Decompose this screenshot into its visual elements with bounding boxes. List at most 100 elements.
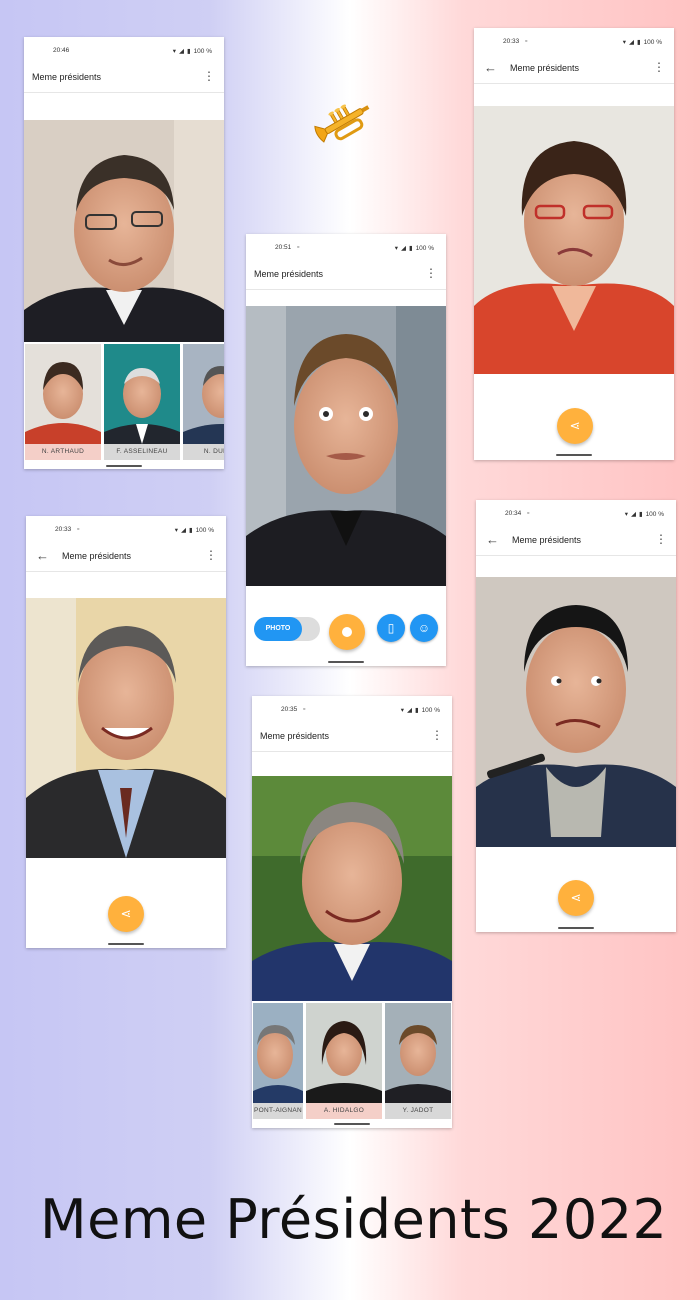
record-dot-icon — [342, 627, 352, 637]
status-time: 20:34 — [505, 510, 522, 517]
gesture-bar — [334, 1123, 370, 1125]
signal-icon: ◢ — [180, 527, 186, 534]
wifi-icon: ▾ — [174, 527, 178, 534]
candidate-thumb[interactable]: A. HIDALGO — [306, 1003, 382, 1119]
candidate-carousel[interactable]: PONT-AIGNAN A. HIDALGO Y. JADOT — [252, 1003, 452, 1119]
result-photo — [476, 577, 676, 847]
app-headline: Meme Présidents 2022 — [40, 1188, 668, 1251]
phone-screen-2: 20:33 ▫ ▾ ◢ ▮ 100 % ← Meme présidents ⋮ ⋖ — [474, 28, 674, 460]
share-icon: ⋖ — [569, 418, 581, 433]
app-bar: ← Meme présidents ⋮ — [474, 54, 674, 84]
candidate-name: PONT-AIGNAN — [253, 1103, 303, 1119]
gesture-bar — [556, 454, 592, 456]
signal-icon: ◢ — [406, 707, 412, 714]
notification-icon: ▫ — [297, 244, 300, 251]
app-bar: Meme présidents ⋮ — [252, 722, 452, 752]
app-bar: Meme présidents ⋮ — [24, 63, 224, 93]
gesture-bar — [106, 465, 142, 467]
candidate-thumb[interactable]: F. ASSELINEAU — [104, 344, 180, 460]
status-bar: 20:35 ▫ ▾ ◢ ▮ 100 % — [252, 696, 452, 722]
overflow-menu-icon[interactable]: ⋮ — [203, 69, 215, 83]
overflow-menu-icon[interactable]: ⋮ — [205, 548, 217, 562]
status-bar: 20:33 ▫ ▾ ◢ ▮ 100 % — [26, 516, 226, 542]
candidate-thumb[interactable]: Y. JADOT — [385, 1003, 451, 1119]
notification-icon: ▫ — [527, 510, 530, 517]
status-bar: 20:51 ▫ ▾ ◢ ▮ 100 % — [246, 234, 446, 260]
overflow-menu-icon[interactable]: ⋮ — [655, 532, 667, 546]
candidate-thumb[interactable]: N. DUPON — [183, 344, 224, 460]
battery-level: 100 % — [643, 38, 662, 46]
main-photo — [24, 120, 224, 342]
result-photo — [474, 106, 674, 374]
status-time: 20:51 — [275, 244, 292, 251]
status-bar: 20:46 ▾ ◢ ▮ 100 % — [24, 37, 224, 63]
status-time: 20:33 — [503, 38, 520, 45]
app-title: Meme présidents — [510, 63, 580, 73]
signal-icon: ◢ — [630, 511, 636, 518]
wifi-icon: ▾ — [622, 39, 626, 46]
battery-icon: ▮ — [414, 707, 419, 714]
signal-icon: ◢ — [178, 48, 184, 55]
candidate-name: N. DUPON — [183, 444, 224, 460]
signal-icon: ◢ — [400, 245, 406, 252]
notification-icon: ▫ — [77, 526, 80, 533]
share-button[interactable]: ⋖ — [557, 408, 593, 444]
battery-level: 100 % — [193, 47, 212, 55]
overflow-menu-icon[interactable]: ⋮ — [653, 60, 665, 74]
gesture-bar — [108, 943, 144, 945]
phone-screen-1: 20:46 ▾ ◢ ▮ 100 % Meme présidents ⋮ N. ARTH… — [24, 37, 224, 469]
status-bar: 20:33 ▫ ▾ ◢ ▮ 100 % — [474, 28, 674, 54]
battery-icon: ▮ — [186, 48, 191, 55]
app-title: Meme présidents — [62, 551, 132, 561]
wifi-icon: ▾ — [394, 245, 398, 252]
back-arrow-icon[interactable]: ← — [36, 548, 49, 563]
phone-screen-6: 20:35 ▫ ▾ ◢ ▮ 100 % Meme présidents ⋮ PONT-A… — [252, 696, 452, 1128]
back-arrow-icon[interactable]: ← — [486, 532, 499, 547]
app-title: Meme présidents — [32, 72, 102, 82]
app-bar: ← Meme présidents ⋮ — [476, 526, 676, 556]
gallery-button[interactable]: ▯ — [377, 614, 405, 642]
battery-icon: ▮ — [408, 245, 413, 252]
photo-mode-label: PHOTO — [254, 617, 302, 641]
share-icon: ⋖ — [120, 906, 132, 921]
phone-icon: ▯ — [387, 621, 395, 635]
capture-button[interactable] — [329, 614, 365, 650]
overflow-menu-icon[interactable]: ⋮ — [425, 266, 437, 280]
app-title: Meme présidents — [260, 731, 330, 741]
photo-mode-toggle[interactable]: PHOTO — [254, 617, 320, 641]
share-icon: ⋖ — [570, 890, 582, 905]
status-time: 20:35 — [281, 706, 298, 713]
status-time: 20:46 — [53, 47, 70, 54]
face-button[interactable]: ☺ — [410, 614, 438, 642]
overflow-menu-icon[interactable]: ⋮ — [431, 728, 443, 742]
status-time: 20:33 — [55, 526, 72, 533]
battery-level: 100 % — [645, 510, 664, 518]
result-photo — [26, 598, 226, 858]
face-icon: ☺ — [417, 621, 431, 635]
battery-icon: ▮ — [638, 511, 643, 518]
battery-level: 100 % — [415, 244, 434, 252]
signal-icon: ◢ — [628, 39, 634, 46]
app-title: Meme présidents — [512, 535, 582, 545]
phone-screen-4: 20:33 ▫ ▾ ◢ ▮ 100 % ← Meme présidents ⋮ ⋖ — [26, 516, 226, 948]
trumpet-icon — [312, 88, 382, 160]
battery-level: 100 % — [195, 526, 214, 534]
camera-controls: PHOTO ▯ ☺ — [246, 608, 446, 666]
gesture-bar — [328, 661, 364, 663]
app-bar: ← Meme présidents ⋮ — [26, 542, 226, 572]
app-title: Meme présidents — [254, 269, 324, 279]
candidate-name: A. HIDALGO — [306, 1103, 382, 1119]
camera-preview — [246, 306, 446, 586]
wifi-icon: ▾ — [172, 48, 176, 55]
back-arrow-icon[interactable]: ← — [484, 60, 497, 75]
battery-icon: ▮ — [188, 527, 193, 534]
candidate-thumb[interactable]: N. ARTHAUD — [25, 344, 101, 460]
candidate-carousel[interactable]: N. ARTHAUD F. ASSELINEAU N. DUPON — [24, 344, 224, 460]
candidate-thumb[interactable]: PONT-AIGNAN — [253, 1003, 303, 1119]
share-button[interactable]: ⋖ — [558, 880, 594, 916]
candidate-name: N. ARTHAUD — [25, 444, 101, 460]
main-photo — [252, 776, 452, 1001]
phone-screen-3: 20:51 ▫ ▾ ◢ ▮ 100 % Meme présidents ⋮ PHOTO … — [246, 234, 446, 666]
share-button[interactable]: ⋖ — [108, 896, 144, 932]
candidate-name: F. ASSELINEAU — [104, 444, 180, 460]
